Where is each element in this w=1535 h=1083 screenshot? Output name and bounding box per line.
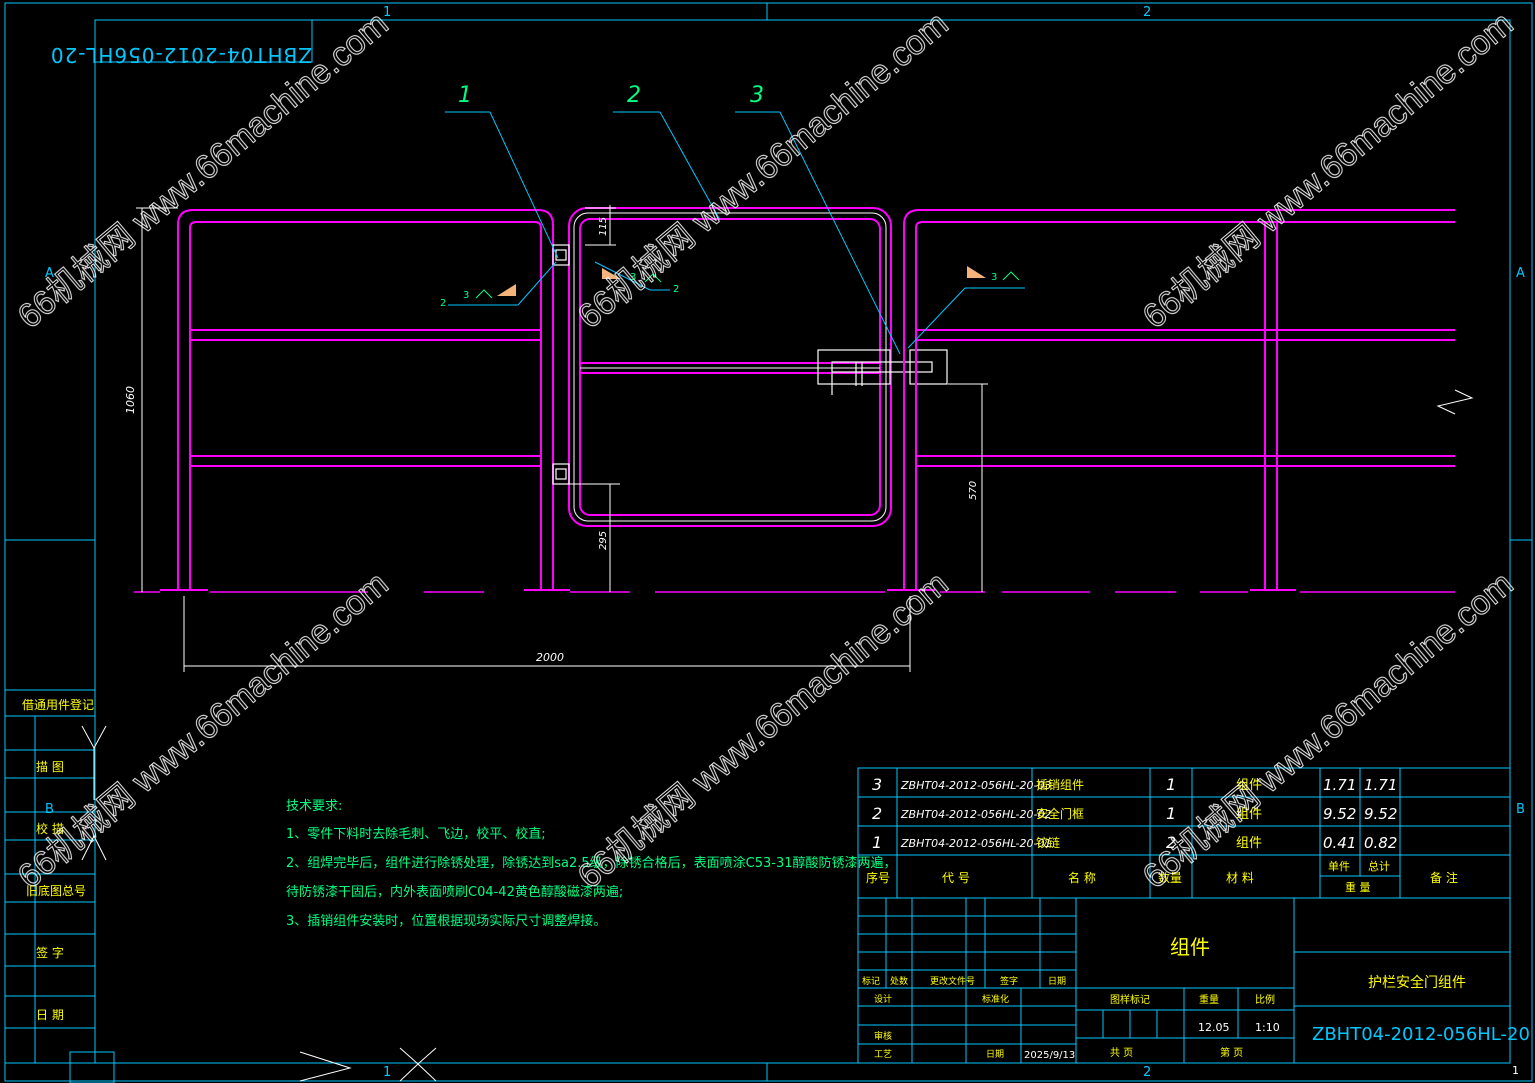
bom-row-no: 2 <box>872 804 882 823</box>
sign-date: 2025/9/13 <box>1024 1050 1075 1061</box>
weight-value: 12.05 <box>1198 1021 1230 1034</box>
zone-bottom-2: 2 <box>1143 1065 1151 1080</box>
weld-left-2: 2 <box>440 298 446 309</box>
drawing-code-mirrored: ZBHT04-2012-056HL-20 <box>50 43 312 67</box>
stage-label: 图样标记 <box>1110 993 1150 1006</box>
bom-row-total: 9.52 <box>1364 805 1397 823</box>
zone-bottom-1: 1 <box>383 1065 391 1080</box>
watermark-text: 66机械网 www.66machine.com <box>11 565 396 897</box>
bom-header-name: 名 称 <box>1068 870 1096 885</box>
side-label-trace: 描 图 <box>36 760 64 774</box>
role-date: 日期 <box>986 1049 1004 1060</box>
scale-label: 比例 <box>1255 993 1275 1006</box>
sheets-total: 共 页 <box>1110 1047 1133 1059</box>
bom-row-unit: 1.71 <box>1323 776 1356 794</box>
latch-assembly <box>817 349 948 395</box>
scale-value: 1:10 <box>1255 1021 1280 1034</box>
weld-right-3: 3 <box>991 272 997 283</box>
weld-middle-2: 2 <box>673 284 679 295</box>
bom-row-no: 3 <box>872 775 882 794</box>
gate-frame <box>568 207 892 527</box>
bom-header-material: 材 料 <box>1226 871 1254 885</box>
tech-req-line-3: 待防锈漆干固后，内外表面喷刷C04-42黄色醇酸磁漆两遍; <box>286 884 623 900</box>
bom-header-unit: 单件 <box>1328 860 1350 873</box>
title-material: 组件 <box>1170 935 1210 959</box>
side-label-registration: 借通用件登记 <box>22 697 94 712</box>
side-label-date: 日 期 <box>36 1008 64 1022</box>
zone-left-b: B <box>45 802 54 817</box>
dim-latch-570: 570 <box>968 481 979 500</box>
watermark-layer: 66机械网 www.66machine.com 66机械网 www.66mach… <box>10 4 1521 897</box>
zone-top-1: 1 <box>383 5 391 20</box>
dim-bottom-295: 295 <box>598 531 609 550</box>
bom-row-total: 0.82 <box>1364 834 1397 852</box>
sheet-number: 第 页 <box>1220 1046 1243 1059</box>
bom-row-name: 铰链 <box>1036 835 1060 850</box>
bom-row-unit: 0.41 <box>1323 834 1356 852</box>
watermark-text: 66机械网 www.66machine.com <box>571 5 956 337</box>
role-review: 审核 <box>874 1030 892 1042</box>
callout-1: 1 <box>458 83 472 108</box>
role-standardization: 标准化 <box>982 993 1009 1005</box>
tech-req-line-4: 3、插销组件安装时，位置根据现场实际尺寸调整焊接。 <box>286 913 606 929</box>
bom-row-qty: 1 <box>1166 775 1176 794</box>
dimension-lines <box>136 205 988 672</box>
rev-header-count: 处数 <box>890 975 908 987</box>
rev-header-sign: 签字 <box>1000 975 1018 987</box>
rev-header-docno: 更改文件号 <box>930 975 975 987</box>
bom-row-qty: 1 <box>1166 804 1176 823</box>
bom-header-total: 总计 <box>1368 859 1390 873</box>
gate-frame-inner-line <box>573 212 887 522</box>
callout-leaders <box>445 111 1025 355</box>
bom-row-code: ZBHT04-2012-056HL-20-02 <box>900 808 1051 821</box>
bom-row-total: 1.71 <box>1364 776 1397 794</box>
title-drawing-no: ZBHT04-2012-056HL-20 <box>1312 1024 1530 1045</box>
side-label-sign: 签 字 <box>36 945 64 960</box>
callout-3: 3 <box>750 83 764 108</box>
cad-drawing: 1 2 1 2 A B A B 1 ZBHT04-2012-056HL-20 借… <box>4 2 1533 1083</box>
role-process: 工艺 <box>874 1049 892 1060</box>
weight-label: 重量 <box>1199 993 1219 1006</box>
zone-top-2: 2 <box>1143 5 1151 20</box>
watermark-text: 66机械网 www.66machine.com <box>1136 5 1521 337</box>
bom-header-weight: 重 量 <box>1345 880 1371 894</box>
role-design: 设计 <box>874 993 892 1005</box>
zone-right-a: A <box>1516 266 1525 281</box>
corner-mark: 1 <box>1512 1064 1519 1077</box>
bom-header-no: 序号 <box>866 870 890 885</box>
tech-req-line-1: 1、零件下料时去除毛刺、飞边，校平、校直; <box>286 826 546 842</box>
bom-header-remark: 备 注 <box>1430 870 1458 885</box>
zone-right-b: B <box>1516 802 1525 817</box>
dim-width-2000: 2000 <box>536 651 564 664</box>
bom-row-name: 安全门框 <box>1036 806 1084 821</box>
bom-row-no: 1 <box>872 833 882 852</box>
weld-left-3: 3 <box>463 290 469 301</box>
bom-row-code: ZBHT04-2012-056HL-20-01 <box>900 837 1051 850</box>
watermark-text: 66机械网 www.66machine.com <box>571 565 956 897</box>
title-part-name: 护栏安全门组件 <box>1368 974 1466 991</box>
bom-row-material: 组件 <box>1236 836 1262 851</box>
break-line <box>1436 389 1474 415</box>
callout-2: 2 <box>627 83 641 108</box>
fence-right-panel <box>887 209 1455 591</box>
bom-row-name: 插销组件 <box>1036 778 1084 792</box>
dim-top-115: 115 <box>598 217 609 236</box>
fence-left-panel <box>160 209 570 591</box>
rev-header-date: 日期 <box>1048 976 1066 987</box>
weld-symbol-left <box>475 284 516 299</box>
rev-header-mark: 标记 <box>862 975 880 987</box>
bom-row-unit: 9.52 <box>1323 805 1356 823</box>
tech-req-title: 技术要求: <box>286 799 342 814</box>
hinge-bottom <box>552 463 570 485</box>
dim-height-1060: 1060 <box>124 386 137 414</box>
bom-header-code: 代 号 <box>942 871 970 885</box>
bom-row-code: ZBHT04-2012-056HL-20-03 <box>900 779 1051 792</box>
